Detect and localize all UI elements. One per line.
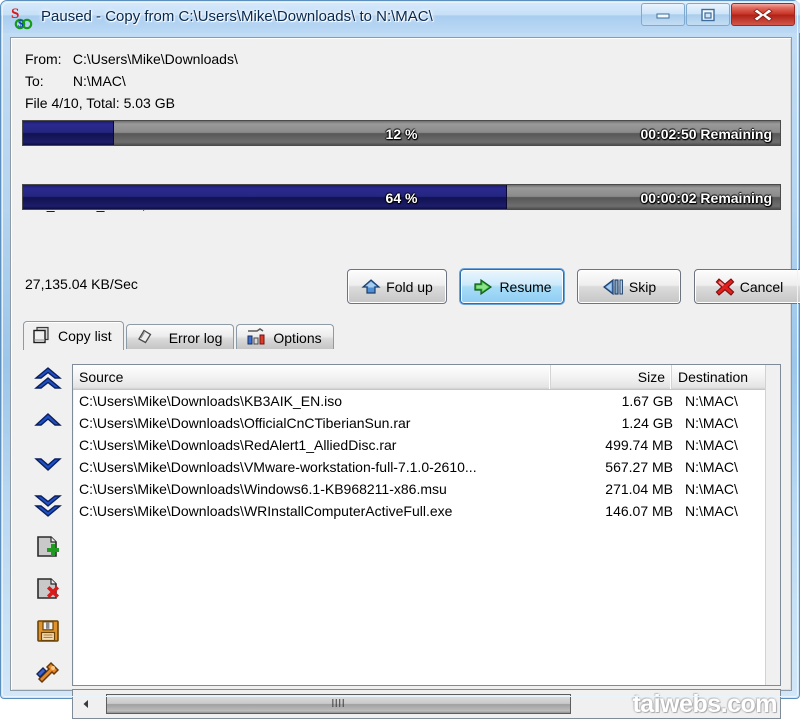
resume-button[interactable]: Resume <box>460 269 564 304</box>
red-x-icon <box>715 277 735 297</box>
caption-buttons <box>640 3 795 27</box>
to-label: To: <box>25 73 44 89</box>
options-icon <box>245 327 267 348</box>
total-progress-wrap: 12 % 00:02:50 Remaining <box>22 120 781 146</box>
tab-error-log[interactable]: Error log <box>125 324 235 350</box>
file-progress-bar: 64 % 00:00:02 Remaining <box>22 184 781 210</box>
copy-list-icon <box>32 326 52 347</box>
table-row[interactable]: C:\Users\Mike\Downloads\Windows6.1-KB968… <box>73 478 780 500</box>
resume-label: Resume <box>499 278 552 295</box>
tab-options[interactable]: Options <box>236 324 334 350</box>
table-row[interactable]: C:\Users\Mike\Downloads\KB3AIK_EN.iso 1.6… <box>73 390 780 412</box>
cell-destination: N:\MAC\ <box>685 459 738 475</box>
fold-up-button[interactable]: Fold up <box>347 269 447 304</box>
column-header-size[interactable]: Size <box>551 365 672 389</box>
tab-options-label: Options <box>273 329 322 346</box>
supercopier-icon: S $ <box>11 6 35 30</box>
title-bar: S $ Paused - Copy from C:\Users\Mike\Dow… <box>1 1 800 33</box>
total-progress-bar: 12 % 00:02:50 Remaining <box>22 120 781 146</box>
cell-source: C:\Users\Mike\Downloads\Windows6.1-KB968… <box>79 481 447 497</box>
cell-source: C:\Users\Mike\Downloads\RedAlert1_Allied… <box>79 437 397 453</box>
move-down-icon[interactable] <box>26 442 70 484</box>
from-label: From: <box>25 51 62 67</box>
tools-icon[interactable] <box>26 652 70 694</box>
fold-up-label: Fold up <box>386 278 433 295</box>
transfer-speed: 27,135.04 KB/Sec <box>25 276 138 292</box>
window-title: Paused - Copy from C:\Users\Mike\Downloa… <box>41 8 433 25</box>
to-value: N:\MAC\ <box>72 73 126 89</box>
to-row: To: N:\MAC\ <box>25 70 238 92</box>
list-vertical-scrollbar[interactable] <box>765 365 780 685</box>
cancel-button[interactable]: Cancel <box>694 269 800 304</box>
client-area: From: C:\Users\Mike\Downloads\ To: N:\MA… <box>10 37 800 719</box>
move-to-top-icon[interactable] <box>26 358 70 400</box>
cell-destination: N:\MAC\ <box>685 437 738 453</box>
cell-size: 499.74 MB <box>605 437 673 453</box>
cell-destination: N:\MAC\ <box>685 481 738 497</box>
skip-arrow-icon <box>602 277 624 297</box>
cell-destination: N:\MAC\ <box>685 415 738 431</box>
cell-source: C:\Users\Mike\Downloads\KB3AIK_EN.iso <box>79 393 342 409</box>
cell-source: C:\Users\Mike\Downloads\OfficialCnCTiber… <box>79 415 411 431</box>
cell-size: 1.24 GB <box>621 415 673 431</box>
error-log-icon <box>135 327 155 348</box>
cell-size: 271.04 MB <box>605 481 673 497</box>
save-list-icon[interactable] <box>26 610 70 652</box>
left-arrow-icon[interactable] <box>74 691 98 717</box>
table-body: C:\Users\Mike\Downloads\KB3AIK_EN.iso 1.6… <box>73 390 780 522</box>
horizontal-scroll-thumb[interactable]: llll <box>106 694 571 714</box>
column-header-source[interactable]: Source <box>73 365 552 389</box>
scroll-thumb-grip: llll <box>331 698 346 710</box>
file-progress-eta: 00:00:02 Remaining <box>640 190 773 206</box>
move-to-bottom-icon[interactable] <box>26 484 70 526</box>
minimize-icon[interactable] <box>641 3 685 26</box>
table-row[interactable]: C:\Users\Mike\Downloads\RedAlert1_Allied… <box>73 434 780 456</box>
close-icon[interactable] <box>731 3 795 26</box>
from-row: From: C:\Users\Mike\Downloads\ <box>25 48 238 70</box>
cancel-label: Cancel <box>739 278 784 295</box>
table-header-row: Source Size Destination <box>73 365 780 390</box>
add-file-icon[interactable] <box>26 526 70 568</box>
cell-size: 567.27 MB <box>605 459 673 475</box>
column-header-destination[interactable]: Destination <box>672 365 767 389</box>
from-value: C:\Users\Mike\Downloads\ <box>72 51 238 67</box>
action-buttons: Fold up Resume Skip Cancel <box>347 269 800 304</box>
cell-size: 146.07 MB <box>605 503 673 519</box>
play-arrow-icon <box>472 277 494 297</box>
table-row[interactable]: C:\Users\Mike\Downloads\OfficialCnCTiber… <box>73 412 780 434</box>
application-window: S $ Paused - Copy from C:\Users\Mike\Dow… <box>0 0 800 719</box>
svg-text:$: $ <box>18 18 24 30</box>
total-progress-eta: 00:02:50 Remaining <box>640 126 773 142</box>
move-up-icon[interactable] <box>26 400 70 442</box>
maximize-icon[interactable] <box>686 3 730 26</box>
copy-list-table[interactable]: Source Size Destination C:\Users\Mike\Do… <box>72 364 781 686</box>
cell-destination: N:\MAC\ <box>685 503 738 519</box>
cell-source: C:\Users\Mike\Downloads\VMware-workstati… <box>79 459 477 475</box>
cell-destination: N:\MAC\ <box>685 393 738 409</box>
skip-button[interactable]: Skip <box>577 269 681 304</box>
list-toolbar <box>25 358 71 713</box>
transfer-info: From: C:\Users\Mike\Downloads\ To: N:\MA… <box>25 48 238 114</box>
tab-copy-list-label: Copy list <box>58 328 112 344</box>
table-row[interactable]: C:\Users\Mike\Downloads\WRInstallCompute… <box>73 500 780 522</box>
site-watermark: taiwebs.com <box>632 690 777 718</box>
file-counter: File 4/10, Total: 5.03 GB <box>25 95 175 111</box>
skip-label: Skip <box>628 278 657 295</box>
file-progress-wrap: 64 % 00:00:02 Remaining <box>22 184 781 210</box>
remove-file-icon[interactable] <box>26 568 70 610</box>
up-arrow-icon <box>361 277 381 297</box>
tab-error-log-label: Error log <box>168 329 223 346</box>
table-row[interactable]: C:\Users\Mike\Downloads\VMware-workstati… <box>73 456 780 478</box>
cell-source: C:\Users\Mike\Downloads\WRInstallCompute… <box>79 503 453 519</box>
tabstrip: Copy list Error log Options <box>23 321 336 350</box>
cell-size: 1.67 GB <box>621 393 673 409</box>
tab-copy-list[interactable]: Copy list <box>23 321 124 350</box>
